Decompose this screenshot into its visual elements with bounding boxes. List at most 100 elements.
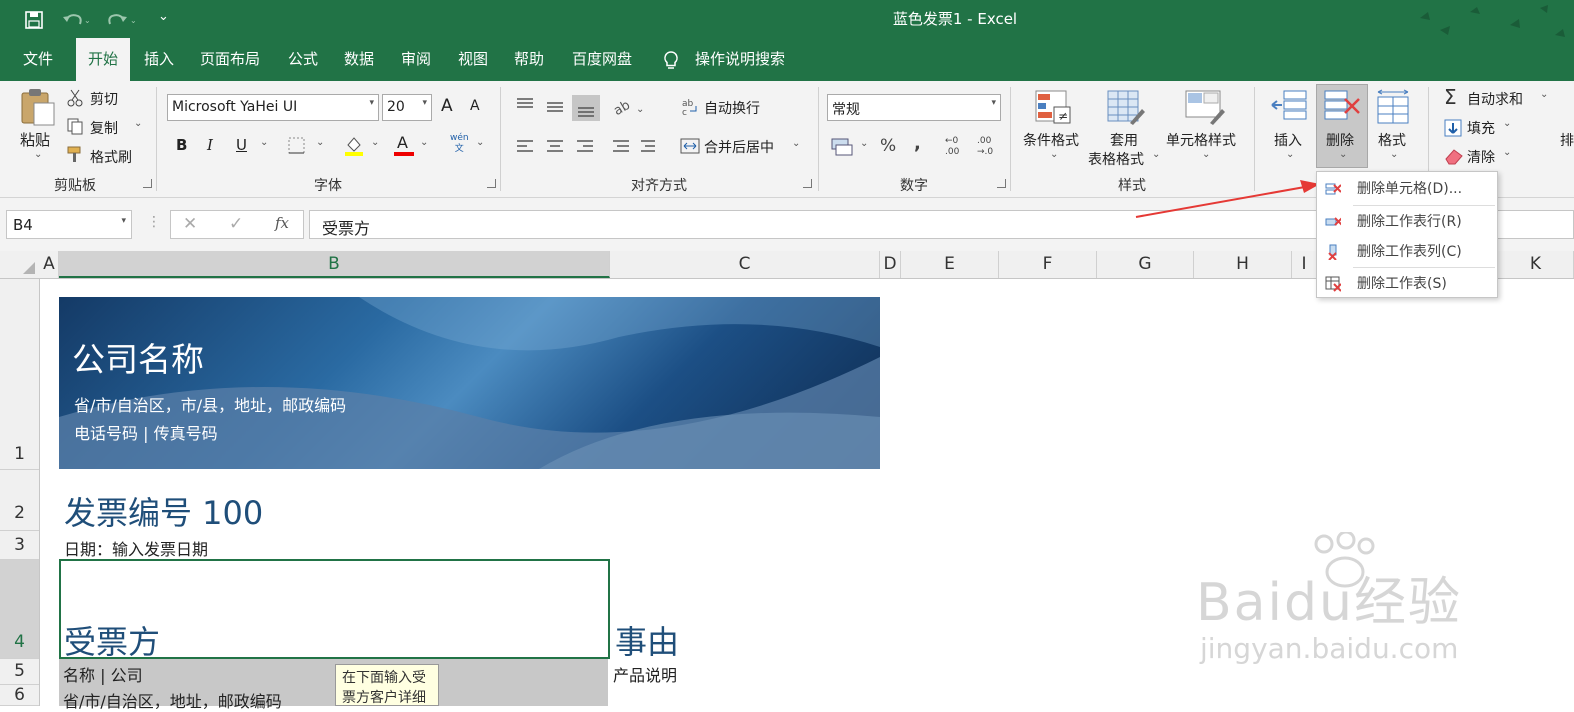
italic-button[interactable]: I [207, 136, 213, 154]
col-header-f[interactable]: F [999, 251, 1097, 278]
autosum-dropdown-icon[interactable]: ⌄ [1540, 89, 1548, 100]
font-size-select[interactable]: 20 ▾ [382, 94, 432, 121]
copy-button[interactable]: 复制 [90, 118, 118, 138]
tab-insert[interactable]: 插入 [134, 38, 184, 81]
tab-view[interactable]: 视图 [448, 38, 498, 81]
merge-center-button[interactable]: 合并后居中 [704, 137, 774, 157]
number-group-label: 数字 [900, 178, 928, 194]
tab-file[interactable]: 文件 [8, 38, 68, 81]
autosum-button[interactable]: 自动求和 [1467, 89, 1523, 109]
clear-button[interactable]: 清除 [1467, 147, 1495, 167]
clipboard-launcher-icon[interactable] [143, 179, 152, 188]
orientation-icon[interactable]: ab ⌄ [612, 97, 648, 117]
paste-label[interactable]: 粘贴 [20, 129, 50, 150]
font-size-value: 20 [387, 99, 405, 115]
menu-delete-columns[interactable]: 删除工作表列(C) [1317, 237, 1497, 267]
tab-baidu-netdisk[interactable]: 百度网盘 [566, 38, 638, 81]
format-table-dropdown-icon[interactable]: ⌄ [1152, 149, 1160, 160]
svg-text:c: c [682, 108, 687, 117]
cancel-icon[interactable]: ✕ [183, 214, 197, 234]
col-header-b[interactable]: B [59, 251, 610, 278]
tab-data[interactable]: 数据 [334, 38, 384, 81]
col-header-k[interactable]: K [1498, 251, 1574, 278]
font-name-select[interactable]: Microsoft YaHei UI ▾ [167, 94, 379, 121]
col-header-h[interactable]: H [1194, 251, 1292, 278]
number-format-select[interactable]: 常规 ▾ [827, 94, 1001, 121]
cell-styles-button[interactable]: 单元格样式 [1166, 130, 1236, 150]
tell-me-search[interactable]: 操作说明搜索 [690, 38, 790, 81]
merge-dropdown-icon[interactable]: ⌄ [792, 138, 800, 149]
col-header-a[interactable]: A [40, 251, 59, 278]
insert-cells-button[interactable]: 插入 [1274, 130, 1302, 150]
insert-dropdown-icon[interactable]: ⌄ [1286, 149, 1294, 160]
col-header-e[interactable]: E [901, 251, 999, 278]
sort-filter-button[interactable]: 排 [1560, 130, 1574, 150]
row-header-1[interactable]: 1 [0, 279, 39, 470]
clear-dropdown-icon[interactable]: ⌄ [1503, 147, 1511, 158]
shrink-font-button[interactable]: A [470, 98, 480, 114]
tab-formulas[interactable]: 公式 [278, 38, 328, 81]
fill-color-icon[interactable] [343, 135, 365, 157]
row-header-3[interactable]: 3 [0, 531, 39, 560]
font-launcher-icon[interactable] [487, 179, 496, 188]
accounting-format-icon[interactable] [830, 136, 854, 158]
conditional-formatting-button[interactable]: 条件格式 [1023, 130, 1079, 150]
col-header-i[interactable]: I [1292, 251, 1317, 278]
paste-dropdown-icon[interactable]: ⌄ [34, 149, 42, 160]
menu-delete-sheet[interactable]: 删除工作表(S) [1317, 269, 1497, 299]
row-header-4[interactable]: 4 [0, 560, 39, 659]
cell-styles-dropdown-icon[interactable]: ⌄ [1202, 149, 1210, 160]
fill-color-dropdown-icon[interactable]: ⌄ [371, 137, 379, 148]
accounting-dropdown-icon[interactable]: ⌄ [860, 138, 868, 149]
borders-dropdown-icon[interactable]: ⌄ [316, 137, 324, 148]
underline-dropdown-icon[interactable]: ⌄ [260, 137, 268, 148]
horizontal-align-icons[interactable] [515, 137, 655, 157]
enter-check-icon[interactable]: ✓ [229, 214, 243, 234]
format-cells-button[interactable]: 格式 [1378, 130, 1406, 150]
insert-function-icon[interactable]: fx [275, 214, 289, 232]
phonetic-guide-button[interactable]: wén 文 [450, 133, 469, 155]
format-painter-button[interactable]: 格式刷 [90, 147, 132, 167]
bold-button[interactable]: B [176, 136, 187, 154]
row-header-5[interactable]: 5 [0, 659, 39, 685]
col-header-g[interactable]: G [1097, 251, 1194, 278]
underline-button[interactable]: U [236, 136, 247, 154]
wrap-text-button[interactable]: 自动换行 [704, 98, 760, 118]
format-dropdown-icon[interactable]: ⌄ [1390, 149, 1398, 160]
format-as-table-label1[interactable]: 套用 [1110, 130, 1138, 150]
comma-style-button[interactable]: , [914, 133, 921, 154]
conditional-dropdown-icon[interactable]: ⌄ [1050, 149, 1058, 160]
menu-delete-rows[interactable]: 删除工作表行(R) [1317, 207, 1497, 237]
select-all-icon[interactable] [22, 261, 36, 275]
delete-cells-button[interactable]: 删除 ⌄ [1316, 84, 1368, 168]
increase-decimal-button[interactable]: ←0 .00 [945, 136, 959, 158]
fill-button[interactable]: 填充 [1467, 118, 1495, 138]
percent-style-button[interactable]: % [880, 136, 896, 156]
row-header-2[interactable]: 2 [0, 470, 39, 531]
font-color-dropdown-icon[interactable]: ⌄ [420, 137, 428, 148]
cut-button[interactable]: 剪切 [90, 89, 118, 109]
vertical-align-icons[interactable] [515, 95, 605, 121]
name-box-value: B4 [13, 216, 33, 234]
font-color-button[interactable]: A [394, 133, 414, 157]
fill-dropdown-icon[interactable]: ⌄ [1503, 118, 1511, 129]
tab-help[interactable]: 帮助 [504, 38, 554, 81]
row-header-6[interactable]: 6 [0, 685, 39, 706]
tab-page-layout[interactable]: 页面布局 [192, 38, 268, 81]
tab-review[interactable]: 审阅 [391, 38, 441, 81]
copy-dropdown-icon[interactable]: ⌄ [134, 118, 142, 129]
name-box[interactable]: B4 ▾ [6, 210, 132, 239]
alignment-launcher-icon[interactable] [803, 179, 812, 188]
borders-icon[interactable] [288, 137, 306, 155]
decrease-decimal-button[interactable]: .00 →.0 [977, 136, 993, 158]
format-as-table-label2[interactable]: 表格格式 [1088, 149, 1144, 169]
paste-icon[interactable] [18, 87, 58, 127]
col-header-c[interactable]: C [610, 251, 880, 278]
col-header-d[interactable]: D [880, 251, 901, 278]
number-launcher-icon[interactable] [997, 179, 1006, 188]
grow-font-button[interactable]: A [441, 96, 453, 116]
tab-home[interactable]: 开始 [76, 38, 130, 81]
phonetic-dropdown-icon[interactable]: ⌄ [476, 137, 484, 148]
ribbon-tabs: 文件 开始 插入 页面布局 公式 数据 审阅 视图 帮助 百度网盘 操作说明搜索 [0, 38, 1574, 81]
menu-delete-cells[interactable]: 删除单元格(D)... [1317, 174, 1497, 204]
